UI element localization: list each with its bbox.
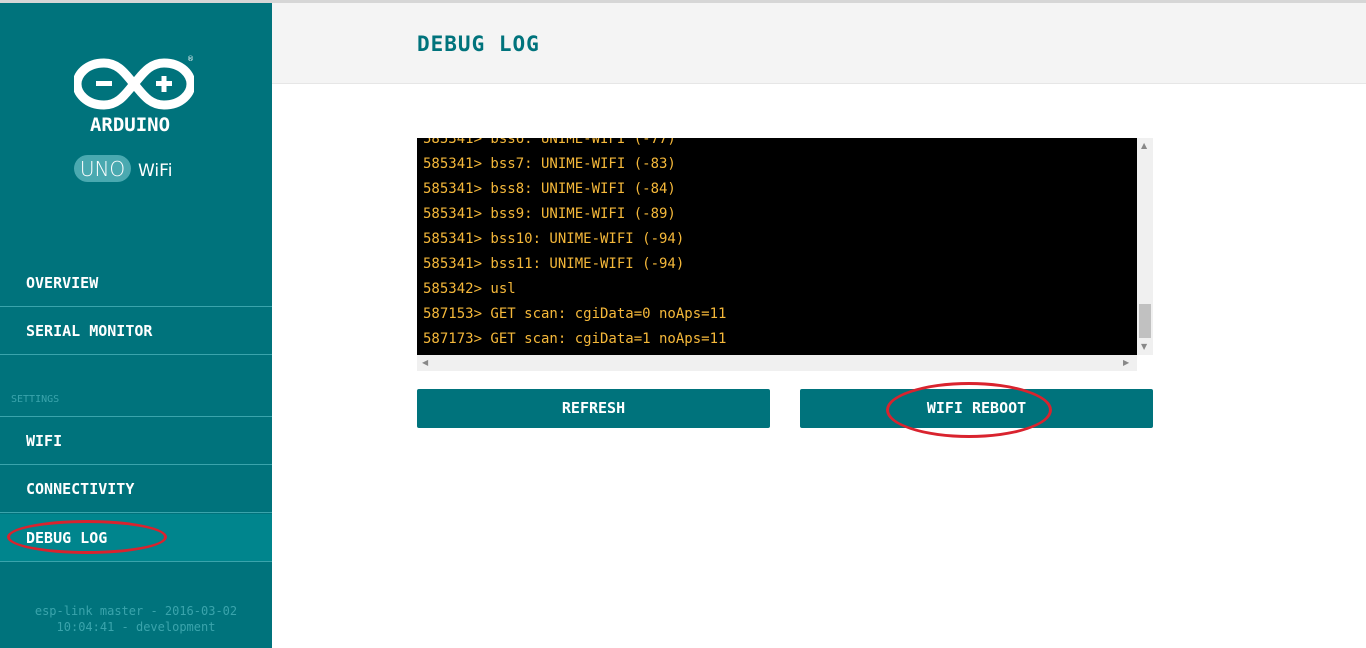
arduino-logo: ® ARDUINO UNO WiFi bbox=[74, 55, 194, 182]
firmware-version-line2: 10:04:41 - development bbox=[56, 620, 216, 634]
log-horizontal-scrollbar[interactable]: ◀ ▶ bbox=[417, 355, 1137, 371]
log-line: 585341> bss11: UNIME-WIFI (-94) bbox=[423, 256, 685, 272]
log-line: 585341> bss9: UNIME-WIFI (-89) bbox=[423, 206, 676, 222]
scroll-up-arrow-icon[interactable]: ▲ bbox=[1141, 142, 1147, 150]
sidebar-item-serial-monitor[interactable]: SERIAL MONITOR bbox=[0, 307, 272, 355]
log-line: 585342> usl bbox=[423, 281, 516, 297]
log-line: 585341> bss6: UNIME-WIFI (-77) bbox=[423, 138, 676, 147]
wifi-reboot-button[interactable]: WIFI REBOOT bbox=[800, 389, 1153, 428]
log-lines: 585341> bss6: UNIME-WIFI (-77) 585341> bs… bbox=[423, 138, 726, 352]
log-line: 585341> bss10: UNIME-WIFI (-94) bbox=[423, 231, 685, 247]
scroll-down-arrow-icon[interactable]: ▼ bbox=[1141, 343, 1147, 351]
sidebar-item-connectivity[interactable]: CONNECTIVITY bbox=[0, 465, 272, 513]
sidebar: ® ARDUINO UNO WiFi OVERVIEW SERIAL MONIT… bbox=[0, 3, 272, 648]
infinity-icon bbox=[74, 58, 194, 110]
svg-text:®: ® bbox=[187, 55, 194, 63]
sidebar-item-debug-log[interactable]: DEBUG LOG bbox=[0, 514, 272, 562]
sidebar-section-settings: SETTINGS bbox=[11, 394, 60, 405]
page-title: DEBUG LOG bbox=[417, 32, 540, 56]
log-line: 585341> bss8: UNIME-WIFI (-84) bbox=[423, 181, 676, 197]
scroll-thumb[interactable] bbox=[1139, 304, 1151, 338]
debug-log-output[interactable]: 585341> bss6: UNIME-WIFI (-77) 585341> bs… bbox=[417, 138, 1137, 355]
log-vertical-scrollbar[interactable]: ▲ ▼ bbox=[1137, 138, 1153, 355]
scroll-right-arrow-icon[interactable]: ▶ bbox=[1123, 359, 1129, 367]
log-line: 587173> GET scan: cgiData=1 noAps=11 bbox=[423, 331, 727, 347]
scrollbar-corner bbox=[1137, 355, 1153, 371]
svg-text:ARDUINO: ARDUINO bbox=[90, 114, 170, 136]
scroll-left-arrow-icon[interactable]: ◀ bbox=[422, 359, 428, 367]
svg-text:WiFi: WiFi bbox=[138, 161, 172, 181]
refresh-button[interactable]: REFRESH bbox=[417, 389, 770, 428]
log-line: 587153> GET scan: cgiData=0 noAps=11 bbox=[423, 306, 727, 322]
sidebar-item-overview[interactable]: OVERVIEW bbox=[0, 259, 272, 307]
svg-text:UNO: UNO bbox=[80, 157, 125, 181]
firmware-version: esp-link master - 2016-03-02 10:04:41 - … bbox=[0, 603, 272, 635]
sidebar-item-wifi[interactable]: WIFI bbox=[0, 417, 272, 465]
log-line: 585341> bss7: UNIME-WIFI (-83) bbox=[423, 156, 676, 172]
page-header: DEBUG LOG bbox=[272, 3, 1366, 84]
firmware-version-line1: esp-link master - 2016-03-02 bbox=[34, 604, 238, 618]
